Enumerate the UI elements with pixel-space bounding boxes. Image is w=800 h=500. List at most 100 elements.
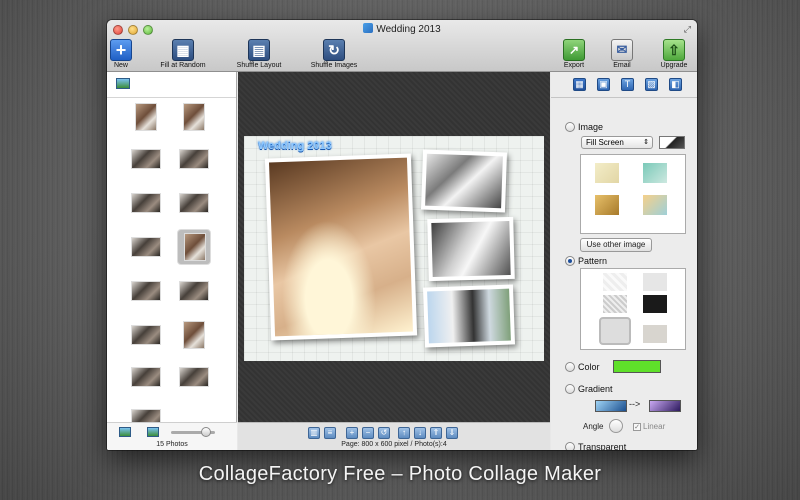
photo-thumbnail[interactable] bbox=[179, 149, 209, 169]
background-image-tile[interactable] bbox=[595, 163, 619, 183]
tab-text-icon[interactable]: T bbox=[621, 78, 634, 91]
pattern-radio[interactable] bbox=[565, 256, 575, 266]
pattern-tile[interactable] bbox=[643, 273, 667, 291]
window-title: Wedding 2013 bbox=[107, 23, 697, 35]
pattern-tile[interactable] bbox=[643, 325, 667, 343]
tab-layout-icon[interactable]: ▦ bbox=[573, 78, 586, 91]
image-swatch[interactable] bbox=[659, 136, 685, 149]
bring-to-front-icon[interactable]: ⇑ bbox=[430, 427, 442, 439]
send-to-back-icon[interactable]: ⇓ bbox=[446, 427, 458, 439]
tab-pattern-icon[interactable]: ▨ bbox=[645, 78, 658, 91]
layout-icon: ▤ bbox=[248, 39, 270, 61]
photo-thumbnail[interactable] bbox=[131, 237, 161, 257]
photo-image bbox=[269, 157, 413, 337]
image-option[interactable]: Image bbox=[565, 122, 603, 132]
background-image-tile[interactable] bbox=[595, 195, 619, 215]
photo-thumbnail[interactable] bbox=[179, 281, 209, 301]
selected-photo-thumbnail[interactable] bbox=[177, 229, 211, 265]
photo-thumbnail[interactable] bbox=[131, 193, 161, 213]
image-radio[interactable] bbox=[565, 122, 575, 132]
document-icon bbox=[363, 23, 374, 33]
photo-image bbox=[427, 288, 511, 344]
photo-thumbnail[interactable] bbox=[183, 103, 205, 131]
bring-forward-icon[interactable]: ↑ bbox=[398, 427, 410, 439]
add-photo-icon[interactable] bbox=[116, 78, 130, 89]
collage-photo-group[interactable] bbox=[422, 284, 516, 348]
photo-thumbnail[interactable] bbox=[183, 321, 205, 349]
small-photo-icon[interactable] bbox=[119, 427, 131, 437]
pattern-tile[interactable] bbox=[603, 295, 627, 313]
color-radio[interactable] bbox=[565, 362, 575, 372]
background-image-list[interactable] bbox=[580, 154, 686, 234]
fullscreen-icon[interactable]: ⤢ bbox=[684, 24, 691, 35]
pattern-list[interactable] bbox=[580, 268, 686, 350]
photo-library-panel: 15 Photos bbox=[107, 72, 237, 450]
pattern-option[interactable]: Pattern bbox=[565, 256, 607, 266]
shuffle-images-icon: ↻ bbox=[323, 39, 345, 61]
rotate-icon[interactable]: ↺ bbox=[378, 427, 390, 439]
page-info: Page: 800 x 600 pixel / Photo(s):4 bbox=[341, 441, 447, 448]
tab-background-icon[interactable]: ▣ bbox=[597, 78, 610, 91]
pattern-tile[interactable] bbox=[603, 273, 627, 291]
title-bar: Wedding 2013 ⤢ + New ▦ Fill at Random ▤ … bbox=[107, 20, 697, 72]
photo-thumbnail[interactable] bbox=[131, 149, 161, 169]
photo-count: 15 Photos bbox=[156, 441, 188, 448]
gradient-end-swatch[interactable] bbox=[649, 400, 681, 412]
shuffle-layout-button[interactable]: ▤ Shuffle Layout bbox=[224, 39, 294, 69]
plus-icon: + bbox=[110, 39, 132, 61]
photo-thumbnail[interactable] bbox=[179, 193, 209, 213]
fill-random-icon: ▦ bbox=[172, 39, 194, 61]
color-option[interactable]: Color bbox=[565, 362, 600, 372]
checkmark-icon: ✓ bbox=[633, 422, 641, 431]
photo-thumbnail[interactable] bbox=[131, 325, 161, 345]
photo-thumbnail[interactable] bbox=[135, 103, 157, 131]
photo-thumbnail[interactable] bbox=[131, 281, 161, 301]
linear-checkbox[interactable]: ✓ Linear bbox=[633, 422, 665, 431]
angle-label: Angle bbox=[583, 422, 604, 431]
select-caret-icon: ⇕ bbox=[643, 139, 649, 146]
export-icon: ↗ bbox=[563, 39, 585, 61]
app-window: Wedding 2013 ⤢ + New ▦ Fill at Random ▤ … bbox=[107, 20, 697, 450]
zoom-in-icon[interactable]: + bbox=[346, 427, 358, 439]
upgrade-button[interactable]: ⇧ Upgrade bbox=[639, 39, 697, 69]
collage-title[interactable]: Wedding 2013 bbox=[258, 140, 332, 152]
zoom-out-icon[interactable]: − bbox=[362, 427, 374, 439]
fill-mode-select[interactable]: Fill Screen ⇕ bbox=[581, 136, 653, 149]
gradient-option[interactable]: Gradient bbox=[565, 384, 613, 394]
collage-photo-car[interactable] bbox=[420, 149, 508, 213]
settings-tabs: ▦ ▣ T ▨ ◧ bbox=[551, 72, 697, 98]
collage-photo-kiss[interactable] bbox=[427, 216, 515, 282]
background-image-tile[interactable] bbox=[643, 163, 667, 183]
angle-dial[interactable] bbox=[609, 419, 623, 433]
slider-knob[interactable] bbox=[201, 427, 211, 437]
photo-image bbox=[425, 153, 503, 209]
transparent-radio[interactable] bbox=[565, 442, 575, 450]
photo-thumbnail[interactable] bbox=[131, 367, 161, 387]
gradient-start-swatch[interactable] bbox=[595, 400, 627, 412]
layout-rows-icon[interactable]: ≡ bbox=[324, 427, 336, 439]
background-image-tile[interactable] bbox=[643, 195, 667, 215]
collage-workspace: Wedding 2013 ▥ ≡ + − ↺ ↑ ↓ ⇑ ⇓ Page: 800… bbox=[238, 72, 550, 450]
envelope-icon: ✉ bbox=[611, 39, 633, 61]
photo-thumbnail[interactable] bbox=[179, 367, 209, 387]
transparent-option[interactable]: Transparent bbox=[565, 442, 626, 450]
promo-caption: CollageFactory Free – Photo Collage Make… bbox=[198, 463, 602, 485]
use-other-image-button[interactable]: Use other image bbox=[580, 238, 652, 252]
selected-pattern-tile[interactable] bbox=[599, 317, 631, 345]
shuffle-images-button[interactable]: ↻ Shuffle Images bbox=[299, 39, 369, 69]
collage-photo-rings[interactable] bbox=[264, 153, 418, 341]
remove-photo-icon[interactable] bbox=[147, 427, 159, 437]
pattern-tile[interactable] bbox=[643, 295, 667, 313]
background-settings-panel: ▦ ▣ T ▨ ◧ Image Fill Screen ⇕ Use other i… bbox=[551, 72, 697, 450]
photo-image bbox=[431, 220, 511, 278]
canvas-toolbar: ▥ ≡ + − ↺ ↑ ↓ ⇑ ⇓ Page: 800 x 600 pixel … bbox=[238, 422, 550, 450]
upgrade-arrow-icon: ⇧ bbox=[663, 39, 685, 61]
gradient-radio[interactable] bbox=[565, 384, 575, 394]
library-header bbox=[107, 72, 236, 98]
tab-shape-icon[interactable]: ◧ bbox=[669, 78, 682, 91]
send-backward-icon[interactable]: ↓ bbox=[414, 427, 426, 439]
layout-grid-icon[interactable]: ▥ bbox=[308, 427, 320, 439]
fill-at-random-button[interactable]: ▦ Fill at Random bbox=[148, 39, 218, 69]
color-swatch[interactable] bbox=[613, 360, 661, 373]
collage-canvas[interactable]: Wedding 2013 bbox=[244, 136, 544, 361]
